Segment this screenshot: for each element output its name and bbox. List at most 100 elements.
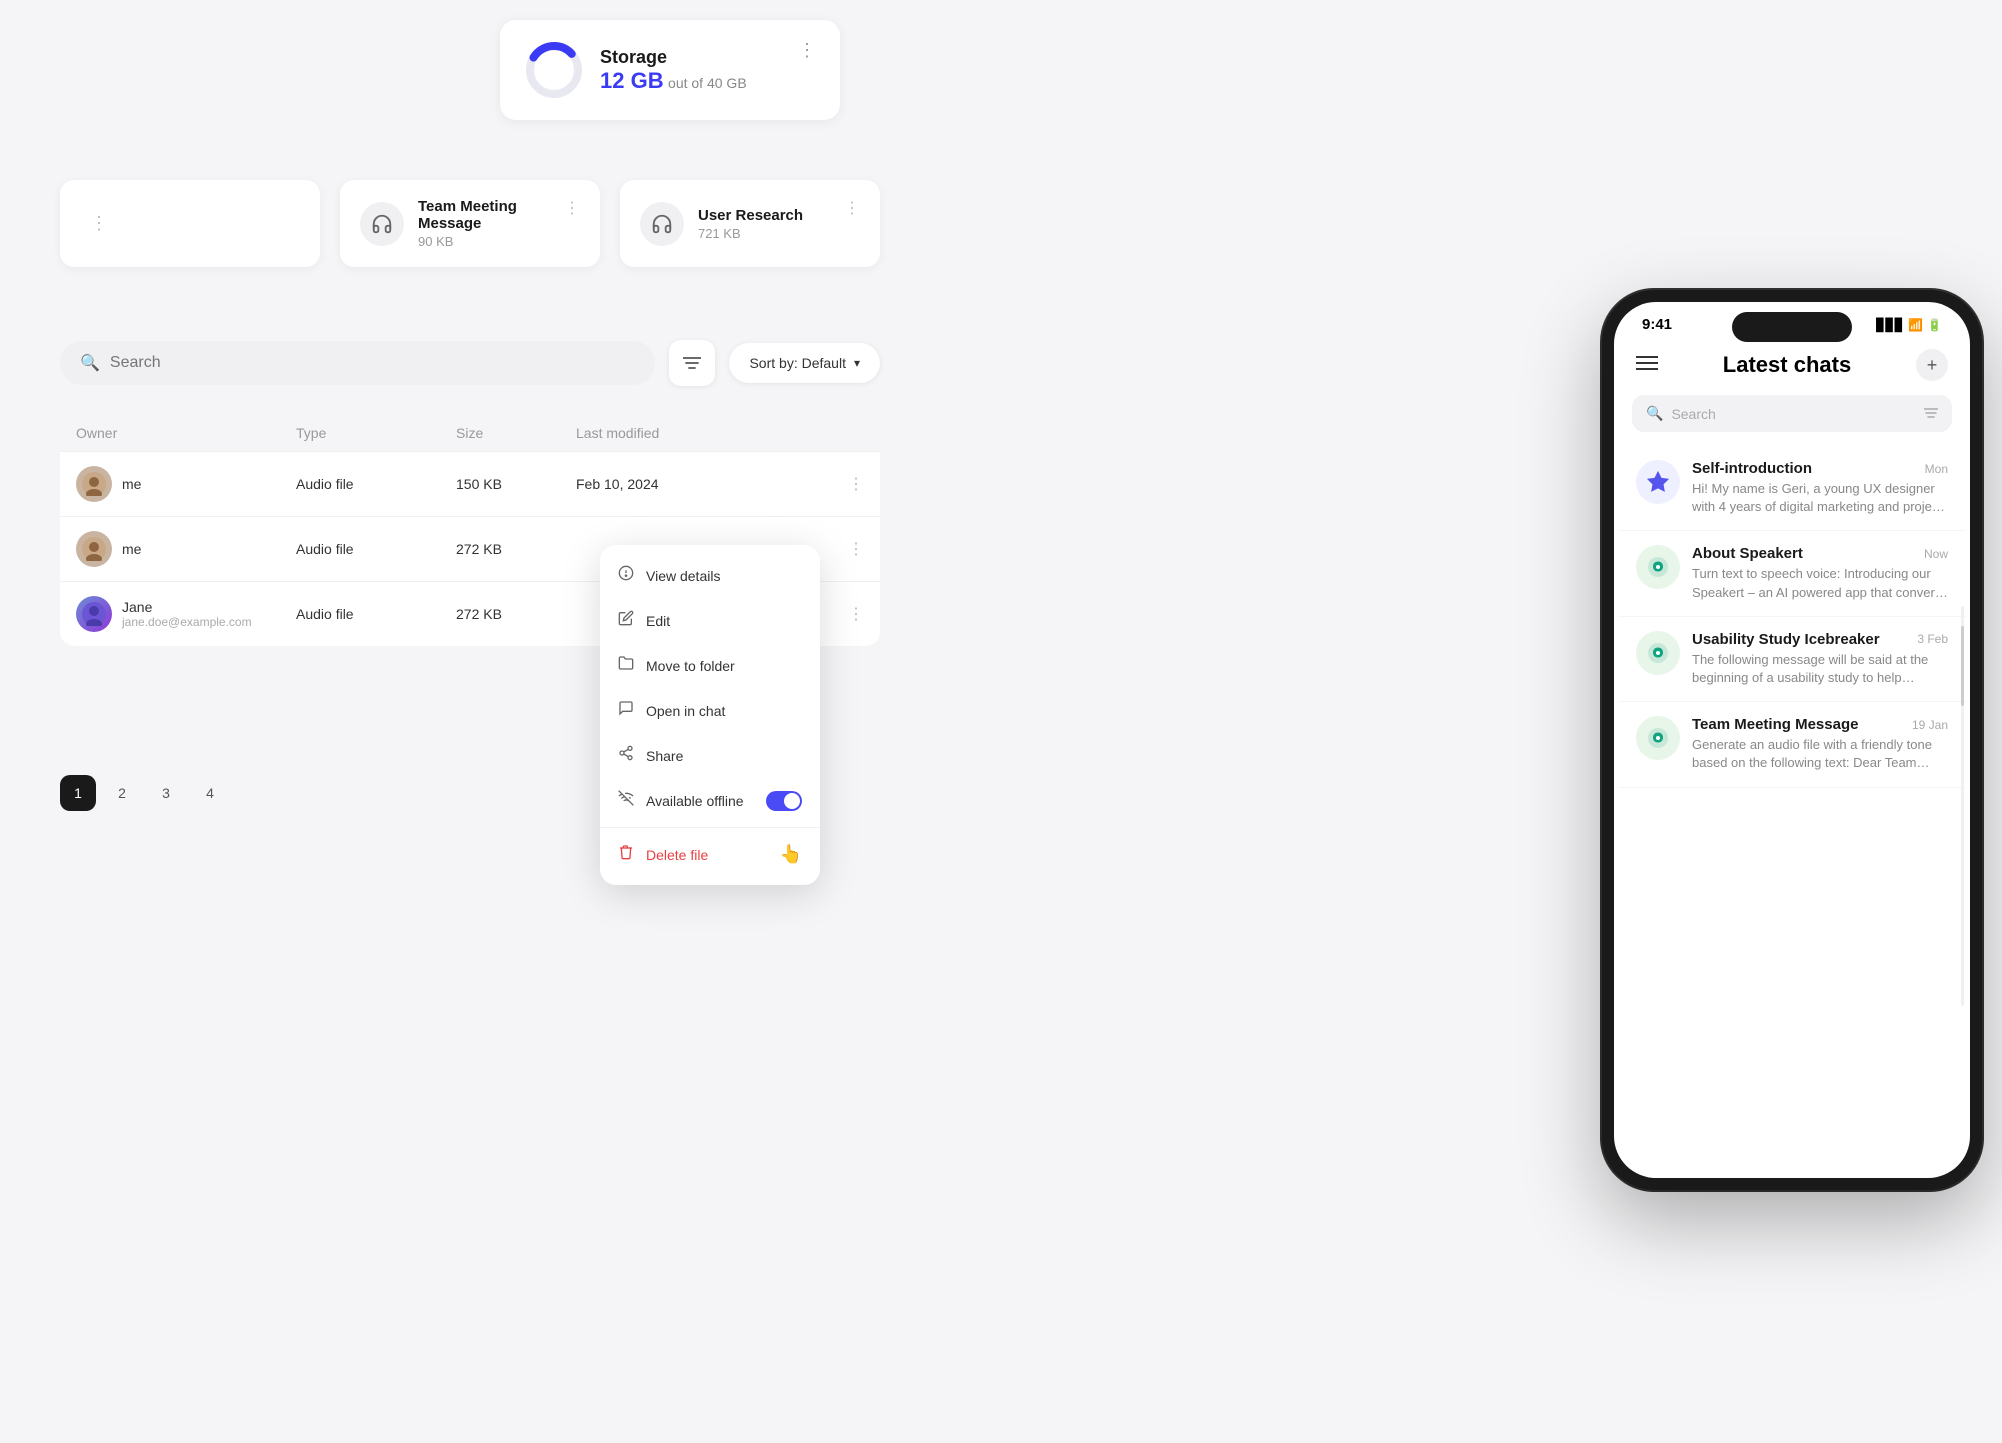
col-modified: Last modified bbox=[576, 425, 864, 441]
menu-item-open-in-chat[interactable]: Open in chat bbox=[600, 688, 820, 733]
status-icons: ▊▊▊ 📶 🔋 bbox=[1876, 318, 1942, 332]
chat-name-speakert: About Speakert bbox=[1692, 545, 1803, 562]
offline-icon bbox=[618, 790, 634, 811]
menu-item-available-offline[interactable]: Available offline bbox=[600, 778, 820, 823]
chat-time-team-meeting: 19 Jan bbox=[1912, 718, 1948, 732]
chat-item-speakert[interactable]: About Speakert Now Turn text to speech v… bbox=[1618, 531, 1966, 616]
date-1: Feb 10, 2024 bbox=[576, 476, 659, 492]
page-btn-3[interactable]: 3 bbox=[148, 775, 184, 811]
status-time: 9:41 bbox=[1642, 316, 1672, 333]
chat-top-speakert: About Speakert Now bbox=[1692, 545, 1948, 562]
file-card-team-size: 90 KB bbox=[418, 234, 550, 249]
menu-item-delete[interactable]: Delete file 👆 bbox=[600, 832, 820, 877]
add-chat-button[interactable]: + bbox=[1916, 349, 1948, 381]
row-menu-3[interactable]: ⋮ bbox=[848, 604, 864, 624]
phone-container: 9:41 ▊▊▊ 📶 🔋 Latest chats + bbox=[1602, 290, 1982, 1190]
chat-time-speakert: Now bbox=[1924, 547, 1948, 561]
storage-out-of: out of 40 GB bbox=[668, 75, 747, 91]
chat-time-usability: 3 Feb bbox=[1917, 632, 1948, 646]
owner-email-3: jane.doe@example.com bbox=[122, 615, 252, 629]
chat-avatar-self-intro bbox=[1636, 460, 1680, 504]
storage-donut-chart bbox=[524, 40, 584, 100]
menu-item-share[interactable]: Share bbox=[600, 733, 820, 778]
storage-menu-button[interactable]: ⋮ bbox=[798, 40, 816, 61]
avatar-3 bbox=[76, 596, 112, 632]
offline-toggle[interactable] bbox=[766, 791, 802, 811]
file-icon-research bbox=[640, 202, 684, 246]
menu-label-offline: Available offline bbox=[646, 793, 744, 809]
menu-label-edit: Edit bbox=[646, 613, 670, 629]
chat-name-usability: Usability Study Icebreaker bbox=[1692, 631, 1880, 648]
storage-amount: 12 GB bbox=[600, 68, 664, 93]
chat-preview-self-intro: Hi! My name is Geri, a young UX designer… bbox=[1692, 480, 1948, 516]
menu-item-move-to-folder[interactable]: Move to folder bbox=[600, 643, 820, 688]
row-menu-2[interactable]: ⋮ bbox=[848, 539, 864, 559]
wifi-icon: 📶 bbox=[1908, 318, 1923, 332]
owner-name-3: Jane bbox=[122, 599, 252, 615]
owner-name-2: me bbox=[122, 541, 141, 557]
search-box[interactable]: 🔍 bbox=[60, 341, 655, 385]
page-btn-2[interactable]: 2 bbox=[104, 775, 140, 811]
folder-icon bbox=[618, 655, 634, 676]
file-card-research-menu[interactable]: ⋮ bbox=[844, 198, 860, 218]
chat-info-team-meeting: Team Meeting Message 19 Jan Generate an … bbox=[1692, 716, 1948, 772]
search-icon: 🔍 bbox=[80, 353, 100, 373]
menu-label-delete: Delete file bbox=[646, 847, 708, 863]
chat-top-usability: Usability Study Icebreaker 3 Feb bbox=[1692, 631, 1948, 648]
menu-item-edit[interactable]: Edit bbox=[600, 598, 820, 643]
chat-item-team-meeting[interactable]: Team Meeting Message 19 Jan Generate an … bbox=[1618, 702, 1966, 787]
pagination: 1 2 3 4 bbox=[60, 775, 228, 811]
table-row[interactable]: me Audio file 150 KB Feb 10, 2024 ⋮ bbox=[60, 451, 880, 516]
type-3: Audio file bbox=[296, 606, 456, 622]
menu-label-open-chat: Open in chat bbox=[646, 703, 725, 719]
sort-label: Sort by: Default bbox=[749, 355, 846, 371]
chat-avatar-team-meeting bbox=[1636, 716, 1680, 760]
size-2: 272 KB bbox=[456, 541, 576, 557]
file-card-research-info: User Research 721 KB bbox=[698, 207, 830, 241]
chat-item-self-intro[interactable]: Self-introduction Mon Hi! My name is Ger… bbox=[1618, 446, 1966, 531]
hamburger-menu-button[interactable] bbox=[1636, 355, 1658, 376]
chat-name-self-intro: Self-introduction bbox=[1692, 460, 1812, 477]
chat-top-self-intro: Self-introduction Mon bbox=[1692, 460, 1948, 477]
file-card-team-menu[interactable]: ⋮ bbox=[564, 198, 580, 218]
storage-info: Storage 12 GB out of 40 GB bbox=[600, 47, 782, 94]
avatar-2 bbox=[76, 531, 112, 567]
menu-item-view-details[interactable]: View details bbox=[600, 553, 820, 598]
sort-button[interactable]: Sort by: Default ▾ bbox=[729, 343, 880, 383]
partial-menu-icon: ⋮ bbox=[90, 213, 108, 234]
filter-button[interactable] bbox=[669, 340, 715, 386]
chat-top-team-meeting: Team Meeting Message 19 Jan bbox=[1692, 716, 1948, 733]
share-icon bbox=[618, 745, 634, 766]
size-1: 150 KB bbox=[456, 476, 576, 492]
page-btn-1[interactable]: 1 bbox=[60, 775, 96, 811]
chat-preview-speakert: Turn text to speech voice: Introducing o… bbox=[1692, 565, 1948, 601]
scrollbar-track bbox=[1961, 606, 1964, 1006]
type-1: Audio file bbox=[296, 476, 456, 492]
battery-icon: 🔋 bbox=[1927, 318, 1942, 332]
file-card-user-research[interactable]: User Research 721 KB ⋮ bbox=[620, 180, 880, 267]
file-card-team-meeting[interactable]: Team Meeting Message 90 KB ⋮ bbox=[340, 180, 600, 267]
search-row: 🔍 Sort by: Default ▾ bbox=[60, 340, 880, 386]
scrollbar-thumb[interactable] bbox=[1961, 626, 1964, 706]
chat-info-self-intro: Self-introduction Mon Hi! My name is Ger… bbox=[1692, 460, 1948, 516]
phone-title: Latest chats bbox=[1723, 352, 1851, 378]
cursor-icon: 👆 bbox=[780, 844, 802, 865]
search-input[interactable] bbox=[110, 354, 636, 372]
file-icon-team bbox=[360, 202, 404, 246]
chat-icon bbox=[618, 700, 634, 721]
phone-filter-icon bbox=[1924, 406, 1938, 422]
col-owner: Owner bbox=[76, 425, 296, 441]
avatar-1 bbox=[76, 466, 112, 502]
phone-search-box[interactable]: 🔍 Search bbox=[1632, 395, 1952, 432]
menu-label-view-details: View details bbox=[646, 568, 720, 584]
menu-label-share: Share bbox=[646, 748, 683, 764]
chat-time-self-intro: Mon bbox=[1925, 462, 1948, 476]
page-btn-4[interactable]: 4 bbox=[192, 775, 228, 811]
chat-avatar-usability bbox=[1636, 631, 1680, 675]
chat-list: Self-introduction Mon Hi! My name is Ger… bbox=[1614, 446, 1970, 788]
phone-notch bbox=[1732, 312, 1852, 342]
row-menu-1[interactable]: ⋮ bbox=[848, 474, 864, 494]
phone-search-placeholder: Search bbox=[1671, 406, 1916, 422]
chat-item-usability[interactable]: Usability Study Icebreaker 3 Feb The fol… bbox=[1618, 617, 1966, 702]
phone-screen: 9:41 ▊▊▊ 📶 🔋 Latest chats + bbox=[1614, 302, 1970, 1178]
